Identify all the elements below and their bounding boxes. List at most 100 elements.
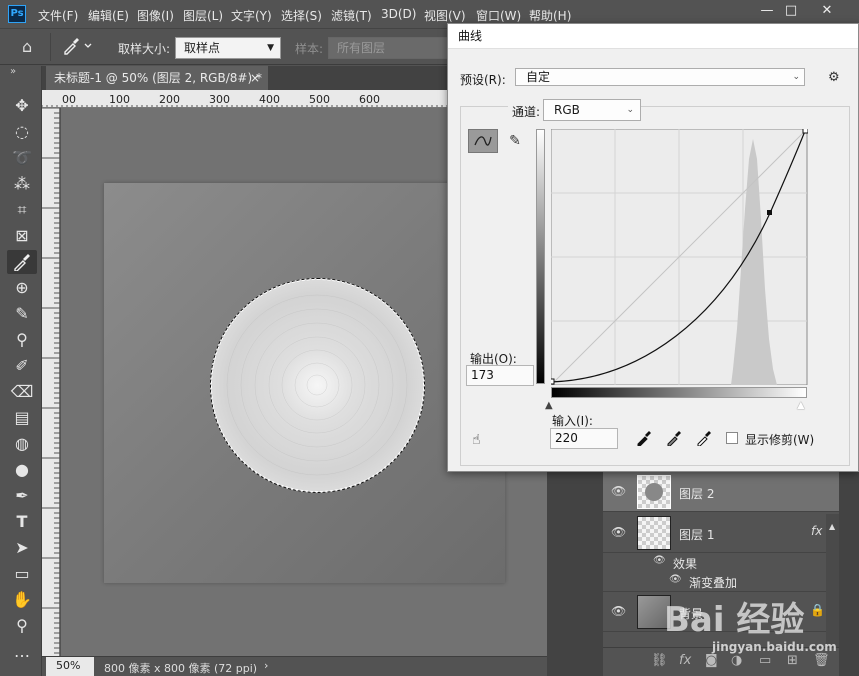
marquee-tool-icon[interactable]: ◌ <box>7 120 37 144</box>
target-adjust-icon[interactable]: ☝ <box>472 432 481 448</box>
dodge-tool-icon[interactable]: ● <box>7 458 37 482</box>
watermark-text: Bai 经验 <box>664 600 805 640</box>
close-window-button[interactable]: ✕ <box>812 0 842 22</box>
black-point-eyedropper-icon[interactable] <box>636 430 652 450</box>
selected-disc-layer[interactable] <box>210 278 425 493</box>
disc-thumbnail-icon <box>645 483 663 501</box>
info-arrow-icon[interactable]: › <box>264 659 268 672</box>
chevron-down-icon: ▼ <box>267 43 274 53</box>
document-tab[interactable]: 未标题-1 @ 50% (图层 2, RGB/8#) * × <box>46 66 268 90</box>
output-field[interactable]: 173 <box>466 365 534 386</box>
frame-tool-icon[interactable]: ⊠ <box>7 224 37 248</box>
menu-select[interactable]: 选择(S) <box>281 7 322 24</box>
brush-tool-icon[interactable]: ✎ <box>7 302 37 326</box>
photoshop-logo: Ps <box>8 5 26 23</box>
curve-wave-icon <box>474 136 492 146</box>
channel-value: RGB <box>554 103 580 117</box>
menu-layer[interactable]: 图层(L) <box>183 7 223 24</box>
history-brush-tool-icon[interactable]: ✐ <box>7 354 37 378</box>
effects-row[interactable]: 👁 效果 <box>603 553 839 573</box>
white-point-slider-icon[interactable]: ▲ <box>797 400 805 411</box>
crop-tool-icon[interactable]: ⌗ <box>7 198 37 222</box>
curves-graph[interactable] <box>551 129 808 385</box>
type-tool-icon[interactable]: T <box>7 510 37 534</box>
sample-dropdown[interactable]: 所有图层 <box>328 37 448 59</box>
new-group-icon[interactable]: ▭ <box>759 653 771 668</box>
tools-panel: » ✥ ◌ ➰ ⁂ ⌗ ⊠ ⊕ ✎ ⚲ ✐ ⌫ ▤ ◍ ● ✒ T ➤ ▭ ✋ … <box>0 66 42 676</box>
sample-size-dropdown[interactable]: 取样点 ▼ <box>175 37 281 59</box>
link-layers-icon[interactable]: ⛓ <box>651 653 668 668</box>
input-gradient-bar <box>551 387 807 398</box>
preset-dropdown[interactable]: 自定 ⌄ <box>515 68 805 86</box>
baidu-watermark: Bai 经验 <box>660 578 855 640</box>
menu-3d[interactable]: 3D(D) <box>381 7 416 21</box>
sample-size-value: 取样点 <box>184 41 221 55</box>
layer-row-layer-2[interactable]: 👁 图层 2 <box>603 472 839 512</box>
visibility-eye-icon[interactable]: 👁 <box>653 555 666 566</box>
scroll-up-icon[interactable]: ▲ <box>829 522 835 531</box>
sample-value: 所有图层 <box>337 41 386 55</box>
show-clipping-checkbox[interactable] <box>726 432 738 444</box>
document-info: 800 像素 x 800 像素 (72 ppi) <box>104 662 258 675</box>
add-mask-icon[interactable]: ◙ <box>705 653 718 668</box>
menu-image[interactable]: 图像(I) <box>137 7 174 24</box>
menu-view[interactable]: 视图(V) <box>424 7 466 24</box>
curve-point-white[interactable] <box>802 129 808 134</box>
move-tool-icon[interactable]: ✥ <box>7 94 37 118</box>
path-selection-tool-icon[interactable]: ➤ <box>7 536 37 560</box>
hand-tool-icon[interactable]: ✋ <box>7 588 37 612</box>
healing-brush-tool-icon[interactable]: ⊕ <box>7 276 37 300</box>
close-tab-icon[interactable]: × <box>250 66 260 90</box>
options-divider <box>50 33 51 61</box>
visibility-eye-icon[interactable]: 👁 <box>611 525 626 539</box>
gradient-tool-icon[interactable]: ▤ <box>7 406 37 430</box>
new-layer-icon[interactable]: ⊞ <box>787 653 798 668</box>
blur-tool-icon[interactable]: ◍ <box>7 432 37 456</box>
sample-size-label: 取样大小: <box>118 42 171 56</box>
dialog-title[interactable]: 曲线 <box>448 24 858 49</box>
eraser-tool-icon[interactable]: ⌫ <box>7 380 37 404</box>
delete-layer-icon[interactable]: 🗑 <box>813 653 830 668</box>
maximize-button[interactable]: □ <box>776 0 806 22</box>
menu-type[interactable]: 文字(Y) <box>231 7 272 24</box>
more-tools-icon[interactable]: … <box>7 640 37 664</box>
gray-point-eyedropper-icon[interactable] <box>666 430 682 450</box>
menu-help[interactable]: 帮助(H) <box>529 7 571 24</box>
expand-panel-icon[interactable]: » <box>10 66 16 77</box>
rectangle-tool-icon[interactable]: ▭ <box>7 562 37 586</box>
add-style-icon[interactable]: fx <box>679 653 691 668</box>
input-field[interactable]: 220 <box>550 428 618 449</box>
eyedropper-tool-preset-icon[interactable] <box>62 37 94 58</box>
curve-point-black[interactable] <box>551 378 555 385</box>
adjustment-layer-icon[interactable]: ◑ <box>731 653 742 668</box>
magic-wand-tool-icon[interactable]: ⁂ <box>7 172 37 196</box>
input-label: 输入(I): <box>552 414 593 428</box>
channel-dropdown[interactable]: RGB ⌄ <box>543 99 641 121</box>
zoom-level[interactable]: 50% <box>46 657 94 676</box>
pencil-tool[interactable]: ✎ <box>500 129 530 153</box>
menu-edit[interactable]: 编辑(E) <box>88 7 129 24</box>
home-icon[interactable]: ⌂ <box>22 37 32 56</box>
vertical-ruler <box>42 107 60 656</box>
layer-thumbnail <box>637 516 671 550</box>
menu-file[interactable]: 文件(F) <box>38 7 78 24</box>
vertical-ruler-ticks <box>42 107 60 654</box>
curve-point-tool[interactable] <box>468 129 498 153</box>
stamp-tool-icon[interactable]: ⚲ <box>7 328 37 352</box>
lasso-tool-icon[interactable]: ➰ <box>7 146 37 170</box>
menu-window[interactable]: 窗口(W) <box>476 7 521 24</box>
visibility-eye-icon[interactable]: 👁 <box>611 484 626 498</box>
pen-tool-icon[interactable]: ✒ <box>7 484 37 508</box>
zoom-tool-icon[interactable]: ⚲ <box>7 614 37 638</box>
layer-row-layer-1[interactable]: 👁 图层 1 fx <box>603 513 839 553</box>
black-point-slider-icon[interactable]: ▲ <box>545 400 553 411</box>
fx-icon[interactable]: fx <box>811 524 822 538</box>
eyedropper-tool-icon[interactable] <box>7 250 37 274</box>
channel-label: 通道: <box>508 103 545 120</box>
curve-point-selected[interactable] <box>767 210 772 215</box>
white-point-eyedropper-icon[interactable] <box>696 430 712 450</box>
gear-icon[interactable]: ⚙ <box>828 70 840 85</box>
visibility-eye-icon[interactable]: 👁 <box>611 604 626 618</box>
menu-filter[interactable]: 滤镜(T) <box>331 7 372 24</box>
effects-label: 效果 <box>673 557 698 571</box>
